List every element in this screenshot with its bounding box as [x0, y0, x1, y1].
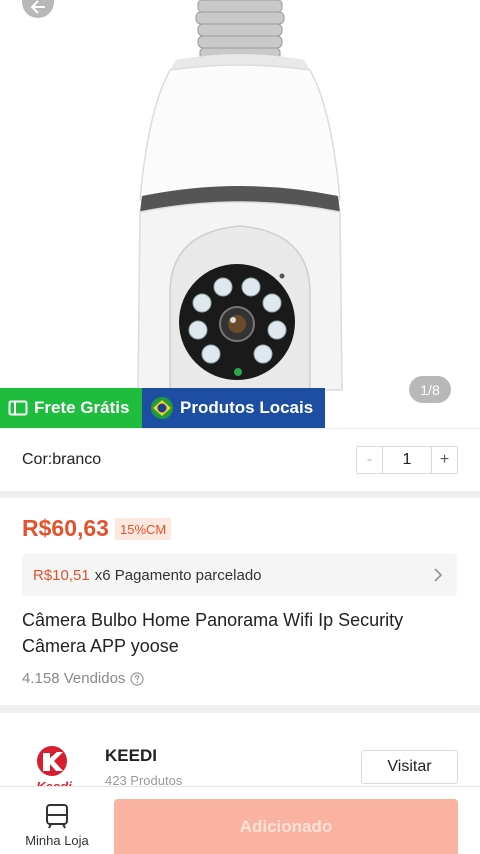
sold-count: 4.158 Vendidos: [22, 670, 145, 687]
my-store-label: Minha Loja: [25, 833, 89, 848]
ticket-icon: [8, 400, 28, 416]
price-section: R$60,63 15%CM R$10,51 x6 Pagamento parce…: [0, 498, 480, 705]
back-arrow-icon: [30, 0, 45, 14]
sold-count-text: 4.158 Vendidos: [22, 670, 126, 687]
quantity-stepper[interactable]: - 1 +: [356, 446, 458, 474]
store-icon: [46, 804, 68, 829]
product-title: Câmera Bulbo Home Panorama Wifi Ip Secur…: [22, 610, 404, 656]
bottom-action-bar: Minha Loja Adicionado: [0, 786, 480, 854]
product-price: R$60,63: [22, 515, 109, 541]
decrease-quantity-button[interactable]: -: [357, 447, 383, 473]
free-shipping-label: Frete Grátis: [34, 398, 130, 417]
local-products-label: Produtos Locais: [180, 398, 314, 417]
chevron-right-icon: [434, 568, 443, 582]
help-icon[interactable]: [130, 671, 145, 686]
visit-store-button[interactable]: Visitar: [361, 750, 458, 784]
discount-badge: 15%CM: [115, 518, 172, 540]
add-to-cart-button[interactable]: Adicionado: [114, 799, 458, 854]
installment-row[interactable]: R$10,51 x6 Pagamento parcelado: [22, 554, 457, 596]
store-name: KEEDI: [105, 746, 157, 765]
installment-text: x6 Pagamento parcelado: [94, 566, 262, 584]
my-store-button[interactable]: Minha Loja: [18, 803, 96, 848]
free-shipping-badge: Frete Grátis: [0, 388, 142, 428]
local-products-badge: Produtos Locais: [142, 388, 325, 428]
back-button[interactable]: [22, 0, 54, 18]
installment-amount: R$10,51: [33, 566, 90, 584]
color-variant-label: Cor:branco: [22, 451, 102, 468]
brazil-flag-icon: [150, 396, 174, 420]
increase-quantity-button[interactable]: +: [431, 447, 457, 473]
image-counter: 1/8: [409, 376, 451, 403]
product-gallery[interactable]: 1/8: [0, 0, 480, 428]
quantity-value[interactable]: 1: [383, 447, 431, 473]
bulb-base: [195, 0, 285, 61]
product-image: [137, 0, 343, 391]
